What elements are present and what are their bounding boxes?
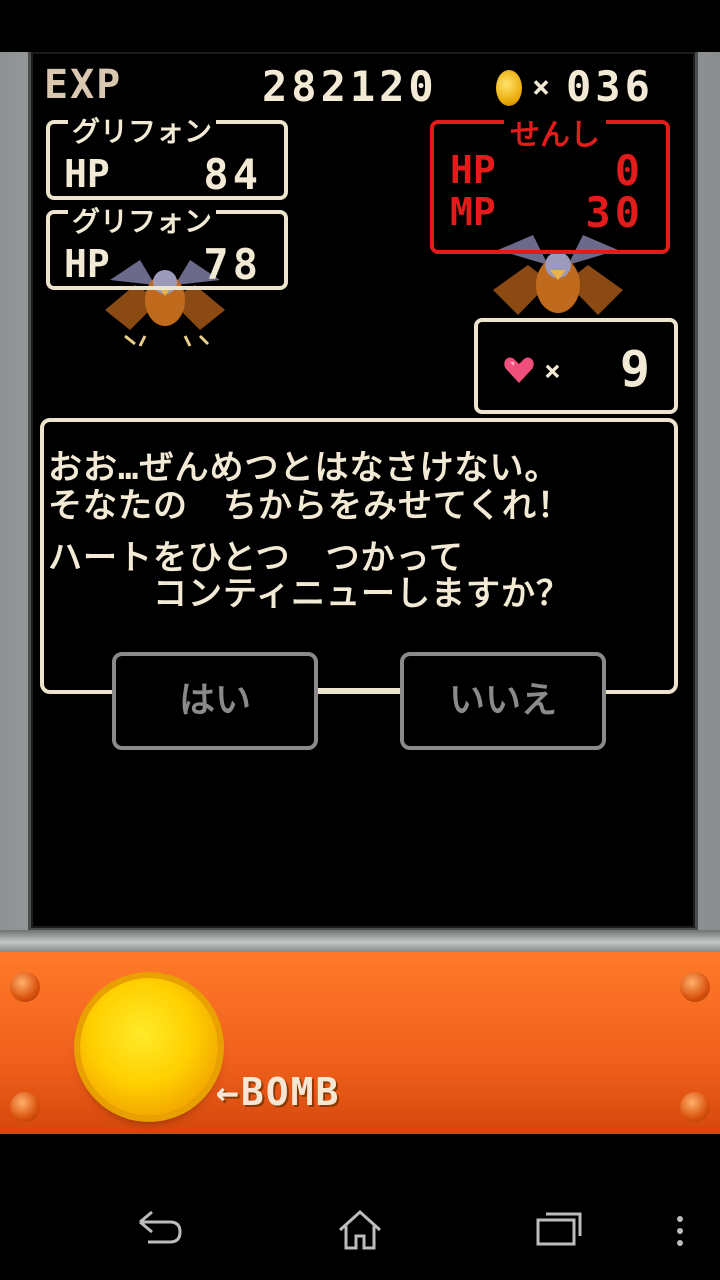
hp-label: HP (64, 152, 110, 196)
heart-count: 9 (619, 340, 650, 398)
home-icon[interactable] (336, 1208, 384, 1252)
bomb-button[interactable] (80, 978, 218, 1116)
exp-value: 282120 (262, 62, 438, 111)
yes-button[interactable]: はい (112, 652, 318, 750)
dialog-line-4: コンティニューしますか？ (48, 574, 571, 614)
rivet-icon (680, 972, 710, 1002)
no-button[interactable]: いいえ (400, 652, 606, 750)
player-mp-label: MP (450, 190, 496, 234)
hp-label: HP (64, 242, 110, 286)
hp-value: 84 (203, 150, 262, 199)
rivet-icon (10, 972, 40, 1002)
heart-icon (504, 357, 534, 383)
rivet-icon (680, 1092, 710, 1122)
enemy-status-1: グリフォン HP 84 (46, 110, 288, 200)
player-status: せんし HP 0 MP 30 (430, 110, 670, 254)
back-icon[interactable] (134, 1208, 184, 1248)
hearts-counter: × 9 (474, 318, 678, 414)
player-name: せんし (504, 110, 606, 154)
heart-multiplier: × (544, 354, 561, 387)
coin-icon (496, 70, 522, 106)
hp-value: 78 (203, 240, 262, 289)
player-mp-value: 30 (585, 188, 644, 237)
frame-bottom-edge (0, 930, 720, 954)
navigation-bar (0, 1134, 720, 1280)
enemy-status-2: グリフォン HP 78 (46, 200, 288, 290)
bomb-label: ←BOMB (216, 1070, 341, 1114)
enemy-name: グリフォン (68, 200, 217, 240)
button-connector (318, 688, 402, 692)
enemy-name: グリフォン (68, 110, 217, 150)
dialog-line-2: そなたの ちからをみせてくれ！ (48, 486, 572, 526)
status-bar (0, 0, 720, 52)
menu-icon[interactable] (672, 1214, 688, 1248)
recent-apps-icon[interactable] (534, 1208, 584, 1248)
coin-count: 036 (566, 62, 654, 111)
rivet-icon (10, 1092, 40, 1122)
exp-label: EXP (44, 62, 123, 108)
coin-multiplier: × (532, 70, 551, 105)
player-hp-label: HP (450, 148, 496, 192)
